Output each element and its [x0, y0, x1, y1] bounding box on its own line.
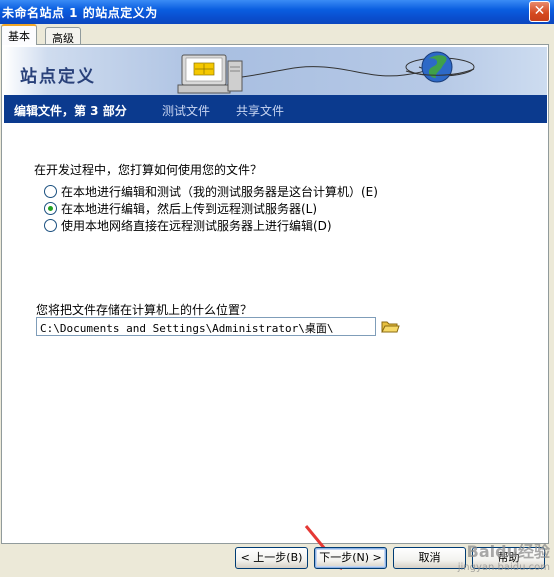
watermark-brand: Baidu经验	[466, 542, 550, 561]
folder-icon	[381, 321, 400, 333]
radio-button[interactable]	[44, 219, 57, 232]
watermark: Baidu经验 jingyan.baidu.com	[458, 538, 550, 573]
title-bar: 未命名站点 1 的站点定义为 ✕	[0, 0, 554, 24]
header-banner: 站点定义	[4, 47, 547, 95]
window-title: 未命名站点 1 的站点定义为	[2, 6, 158, 20]
radio-button-selected[interactable]	[44, 202, 57, 215]
close-button[interactable]: ✕	[529, 1, 550, 22]
dialog-window: 基本 高级 站点定义 编辑文件，第 3 部分 测试文件 共享文件 在开发过程中，…	[0, 24, 554, 577]
question-location: 您将把文件存储在计算机上的什么位置？	[36, 303, 253, 317]
radio-label: 使用本地网络直接在远程测试服务器上进行编辑(D)	[61, 219, 332, 233]
step-test-files: 测试文件	[162, 104, 211, 118]
folder-path-input[interactable]: C:\Documents and Settings\Administrator\…	[36, 317, 376, 336]
radio-option-network-edit[interactable]: 使用本地网络直接在远程测试服务器上进行编辑(D)	[44, 217, 332, 234]
browse-folder-button[interactable]	[380, 317, 400, 336]
cancel-button[interactable]: 取消	[393, 547, 466, 569]
tab-basic[interactable]: 基本	[1, 24, 37, 45]
globe-icon	[405, 51, 475, 83]
radio-option-local-test[interactable]: 在本地进行编辑和测试（我的测试服务器是这台计算机）(E)	[44, 183, 378, 200]
radio-button[interactable]	[44, 185, 57, 198]
banner-title: 站点定义	[20, 67, 96, 87]
watermark-url: jingyan.baidu.com	[457, 562, 550, 573]
question-usage: 在开发过程中，您打算如何使用您的文件？	[34, 163, 263, 177]
step-share-files: 共享文件	[236, 104, 285, 118]
next-button[interactable]: 下一步(N) >	[314, 547, 387, 569]
step-current: 编辑文件，第 3 部分	[14, 104, 127, 118]
tab-advanced[interactable]: 高级	[45, 27, 81, 45]
radio-label: 在本地进行编辑和测试（我的测试服务器是这台计算机）(E)	[61, 185, 378, 199]
close-icon: ✕	[533, 3, 546, 19]
step-bar: 编辑文件，第 3 部分 测试文件 共享文件	[4, 95, 547, 123]
back-button[interactable]: < 上一步(B)	[235, 547, 308, 569]
computer-icon	[177, 54, 243, 94]
radio-option-remote-test[interactable]: 在本地进行编辑，然后上传到远程测试服务器(L)	[44, 200, 317, 217]
tab-bar: 基本 高级	[0, 24, 554, 45]
tab-panel: 站点定义 编辑文件，第 3 部分 测试文件 共享文件 在开发过程中，您打算如何使…	[1, 44, 549, 544]
radio-label: 在本地进行编辑，然后上传到远程测试服务器(L)	[61, 202, 318, 216]
